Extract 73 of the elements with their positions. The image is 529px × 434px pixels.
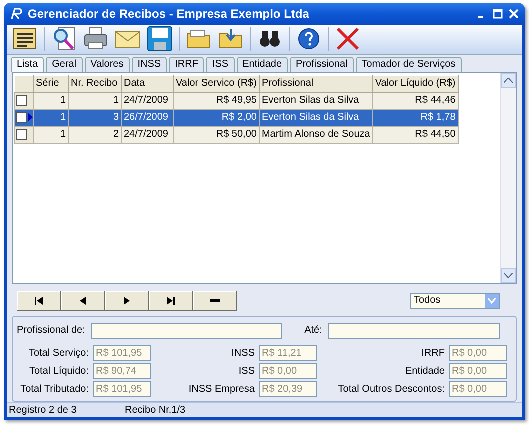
table-cell: R$ 50,00	[174, 126, 260, 144]
tab[interactable]: Tomador de Serviços	[356, 56, 462, 72]
field-label: Até:	[304, 324, 322, 338]
table-cell: R$ 49,95	[174, 92, 260, 110]
input-field[interactable]	[91, 323, 282, 340]
tab[interactable]: IRRF	[169, 56, 204, 72]
table-cell: 24/7/2009	[122, 126, 174, 144]
scrollbar[interactable]	[500, 72, 516, 283]
tab[interactable]: ISS	[206, 56, 235, 72]
row-checkbox[interactable]	[16, 112, 27, 124]
maximize-icon[interactable]	[493, 8, 503, 19]
table-row[interactable]: 1 1 24/7/2009 R$ 49,95 Everton Silas da Silva R$ 44,46	[14, 92, 458, 110]
field-label: Total Serviço:	[28, 347, 89, 362]
table-cell: 2	[68, 126, 122, 144]
filter-dropdown[interactable]: Todos	[410, 292, 500, 309]
table-cell: 3	[68, 109, 122, 126]
column-header[interactable]: Valor Servico (R$)	[174, 75, 260, 92]
status-text: Recibo Nr.1/3	[125, 404, 186, 416]
table-cell: 1	[68, 92, 122, 110]
save-icon	[146, 25, 174, 54]
field-label: Total Líquido:	[28, 365, 89, 380]
first-icon	[34, 296, 44, 306]
column-header[interactable]: Nr. Recibo	[68, 75, 122, 92]
input-field[interactable]	[328, 323, 500, 340]
tab[interactable]: Entidade	[236, 56, 288, 72]
field-label: INSS	[230, 347, 255, 362]
table-row[interactable]: 1 3 26/7/2009 R$ 2,00 Everton Silas da Silva R$ 1,78	[14, 109, 458, 126]
scroll-down-icon[interactable]	[504, 272, 513, 278]
scroll-up-icon[interactable]	[504, 78, 513, 83]
field-label: Profissional de:	[17, 324, 86, 338]
close-icon[interactable]	[509, 8, 519, 19]
table-row[interactable]: 1 2 24/7/2009 R$ 50,00 Martim Alonso de Souza R$ 44,50	[14, 126, 458, 144]
tab[interactable]: INSS	[132, 56, 168, 72]
tab[interactable]: Lista	[11, 56, 44, 72]
field-label: Total Outros Descontos:	[337, 383, 445, 398]
tab[interactable]: Profissional	[290, 56, 354, 72]
field-label: IRRF	[420, 347, 445, 362]
column-header[interactable]: Profissional	[259, 75, 373, 92]
status-text: Registro 2 de 3	[9, 404, 78, 416]
navigation-button[interactable]	[61, 290, 105, 311]
table-cell: 1	[34, 92, 68, 110]
window-title: Gerenciador de Recibos - Empresa Exemplo Ltda	[28, 6, 310, 21]
tab[interactable]: Geral	[46, 56, 83, 72]
tab[interactable]: Valores	[84, 56, 130, 72]
row-checkbox[interactable]	[16, 95, 27, 106]
table-cell: Martim Alonso de Souza	[259, 126, 373, 144]
field-label: INSS Empresa	[188, 383, 255, 398]
table-cell: 1	[34, 109, 68, 126]
column-header[interactable]: Valor Líquido (R$)	[372, 75, 458, 92]
last-icon	[166, 296, 176, 306]
previous-icon	[78, 296, 88, 306]
navigation-button[interactable]	[105, 290, 149, 311]
navigation-button[interactable]	[149, 290, 193, 311]
column-header[interactable]: Série	[34, 75, 68, 92]
table-cell: 1	[34, 126, 68, 144]
table-cell: Everton Silas da Silva	[259, 92, 373, 110]
table-cell: R$ 2,00	[174, 109, 260, 126]
app-logo-icon	[10, 8, 22, 20]
navigation-button[interactable]	[17, 290, 61, 311]
navigation-button[interactable]	[193, 290, 237, 311]
column-header[interactable]: Data	[122, 75, 174, 92]
table-cell: 24/7/2009	[122, 92, 174, 110]
field-label: ISS	[238, 365, 255, 380]
field-label: Entidade	[404, 365, 445, 380]
next-icon	[122, 296, 132, 306]
table-cell: 26/7/2009	[122, 109, 174, 126]
table-cell: Everton Silas da Silva	[259, 109, 373, 126]
row-checkbox[interactable]	[16, 129, 27, 140]
table-cell: R$ 44,50	[372, 126, 458, 144]
row-pointer-icon	[28, 113, 33, 122]
table-cell: R$ 1,78	[372, 109, 458, 126]
table-cell: R$ 44,46	[372, 92, 458, 110]
field-label: Total Tributado:	[20, 383, 89, 398]
